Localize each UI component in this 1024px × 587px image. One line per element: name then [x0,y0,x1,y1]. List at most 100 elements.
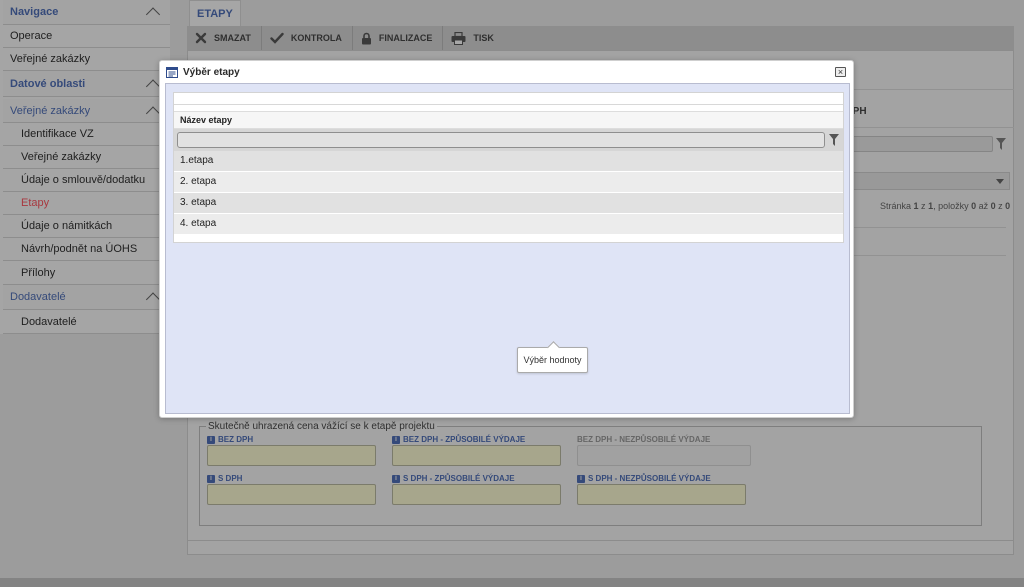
divider [854,89,1014,90]
pager-text: , položky [933,201,972,211]
delete-x-icon [195,32,207,44]
sidebar-item-label: Identifikace VZ [21,128,94,140]
print-button[interactable]: TISK [443,26,504,50]
pager-total-items: 0 [1005,201,1011,211]
tab-etapy[interactable]: ETAPY [189,0,241,26]
field-label-text: S DPH - NEZPŮSOBILÉ VÝDAJE [588,474,711,483]
divider [854,127,1014,128]
status-bar [0,578,1024,587]
field-label-bez-dph: i BEZ DPH [207,435,253,444]
column-header-nazev-etapy[interactable]: Název etapy [174,111,843,129]
table-row[interactable]: 4. etapa [174,214,843,235]
delete-button-label: SMAZAT [214,33,251,43]
sidebar-header-label: Dodavatelé [10,291,66,303]
sidebar-header-label: Datové oblasti [10,77,86,90]
sidebar-item-label: Etapy [21,197,50,209]
tooltip: Výběr hodnoty [517,347,588,373]
sidebar-item-etapy[interactable]: Etapy [3,192,170,215]
sidebar-item-dodavatele[interactable]: Dodavatelé [3,310,170,334]
field-label-text: S DPH - ZPŮSOBILÉ VÝDAJE [403,474,515,483]
sidebar-item-label: Veřejné zakázky [21,151,102,163]
field-label-bez-dph-eligible: i BEZ DPH - ZPŮSOBILÉ VÝDAJE [392,435,525,444]
lock-icon [361,32,371,44]
s-dph-eligible-field[interactable] [392,484,561,505]
chevron-up-icon[interactable] [145,7,161,22]
check-button[interactable]: KONTROLA [262,26,353,50]
sidebar-item-label: Veřejné zakázky [10,53,91,65]
costs-legend: Skutečně uhrazená cena vážící se k etapě… [208,421,435,432]
print-button-label: TISK [473,33,494,43]
bez-dph-field[interactable] [207,445,376,466]
sidebar-item-navrh-uohs[interactable]: Návrh/podnět na ÚOHS [3,238,170,261]
dialog-title: Výběr etapy [183,66,240,78]
sidebar-header-public-contracts[interactable]: Veřejné zakázky [3,99,170,123]
chevron-up-icon[interactable] [145,78,161,94]
info-icon[interactable]: i [577,474,585,483]
sidebar-item-udaje-o-smlouve[interactable]: Údaje o smlouvě/dodatku [3,169,170,192]
dropdown-arrow-icon [996,179,1004,184]
pager-text: Stránka [880,201,914,211]
delete-button[interactable]: SMAZAT [187,26,262,50]
sidebar-header-navigation[interactable]: Navigace [3,0,170,25]
sidebar-item-label: Operace [10,30,53,42]
field-label-bez-dph-ineligible: BEZ DPH - NEZPŮSOBILÉ VÝDAJE [577,435,710,444]
info-icon[interactable]: i [392,435,400,444]
table-row[interactable]: 1.etapa [174,151,843,172]
s-dph-field[interactable] [207,484,376,505]
dialog-titlebar[interactable]: Výběr etapy × [160,61,853,83]
pager-text: až [976,201,991,211]
table-row[interactable]: 2. etapa [174,172,843,193]
tab-bar: ETAPY [187,0,1014,26]
grid-toolbar [174,93,843,105]
chevron-up-icon[interactable] [145,292,161,307]
grid-filter-row [174,129,843,151]
finalize-button-label: FINALIZACE [378,33,433,43]
sidebar-item-label: Návrh/podnět na ÚOHS [21,243,138,255]
toolbar: SMAZAT KONTROLA FINALIZACE TISK [187,26,1014,50]
sidebar-item-label: Údaje o smlouvě/dodatku [21,174,146,186]
finalize-button[interactable]: FINALIZACE [353,26,444,50]
sidebar-item-udaje-o-namitkach[interactable]: Údaje o námitkách [3,215,170,238]
info-icon[interactable]: i [207,474,215,483]
dialog-body: Název etapy 1.etapa 2. etapa 3. etapa 4.… [165,83,850,414]
stage-grid: Název etapy 1.etapa 2. etapa 3. etapa 4.… [173,92,844,243]
sidebar-item-label: Údaje o námitkách [21,220,113,232]
filter-icon[interactable] [996,138,1006,150]
table-row[interactable]: 3. etapa [174,193,843,214]
sidebar-item-label: Přílohy [21,266,56,279]
sidebar-item-label: Dodavatelé [21,315,77,328]
stage-filter-input[interactable] [177,132,825,148]
printer-icon [451,31,466,45]
sidebar: Navigace Operace Veřejné zakázky Datové … [0,0,170,334]
sidebar-item-operace[interactable]: Operace [3,25,170,48]
field-label-text: BEZ DPH - NEZPŮSOBILÉ VÝDAJE [577,435,711,444]
s-dph-ineligible-field[interactable] [577,484,746,505]
divider [854,227,1006,228]
info-icon[interactable]: i [207,435,215,444]
pager-text: z [995,201,1006,211]
info-icon[interactable]: i [392,474,400,483]
chevron-up-icon[interactable] [145,105,161,121]
sidebar-header-label: Veřejné zakázky [10,104,91,117]
field-label-text: BEZ DPH [218,435,254,444]
sidebar-header-suppliers[interactable]: Dodavatelé [3,285,170,310]
field-label-text: S DPH [218,474,243,483]
sidebar-header-data-areas[interactable]: Datové oblasti [3,71,170,97]
bez-dph-eligible-field[interactable] [392,445,561,466]
content-panel-footer [187,540,1014,555]
pager-text: z [918,201,929,211]
field-label-s-dph: iS DPH [207,474,242,483]
field-label-s-dph-ineligible: iS DPH - NEZPŮSOBILÉ VÝDAJE [577,474,711,483]
sidebar-item-verejne-zakazky[interactable]: Veřejné zakázky [3,48,170,71]
sidebar-item-identifikace-vz[interactable]: Identifikace VZ [3,123,170,146]
sidebar-item-verejne-zakazky-sub[interactable]: Veřejné zakázky [3,146,170,169]
bez-dph-ineligible-field [577,445,751,466]
sidebar-header-label: Navigace [10,6,59,18]
field-label-text: BEZ DPH - ZPŮSOBILÉ VÝDAJE [403,435,526,444]
sidebar-item-prilohy[interactable]: Přílohy [3,261,170,285]
pager-info: Stránka 1 z 1, položky 0 až 0 z 0 [880,201,1010,211]
filter-icon[interactable] [829,134,839,146]
close-icon[interactable]: × [835,67,846,77]
checkmark-icon [270,32,284,44]
select-stage-dialog: Výběr etapy × Název etapy 1.etapa 2. eta… [159,60,854,418]
